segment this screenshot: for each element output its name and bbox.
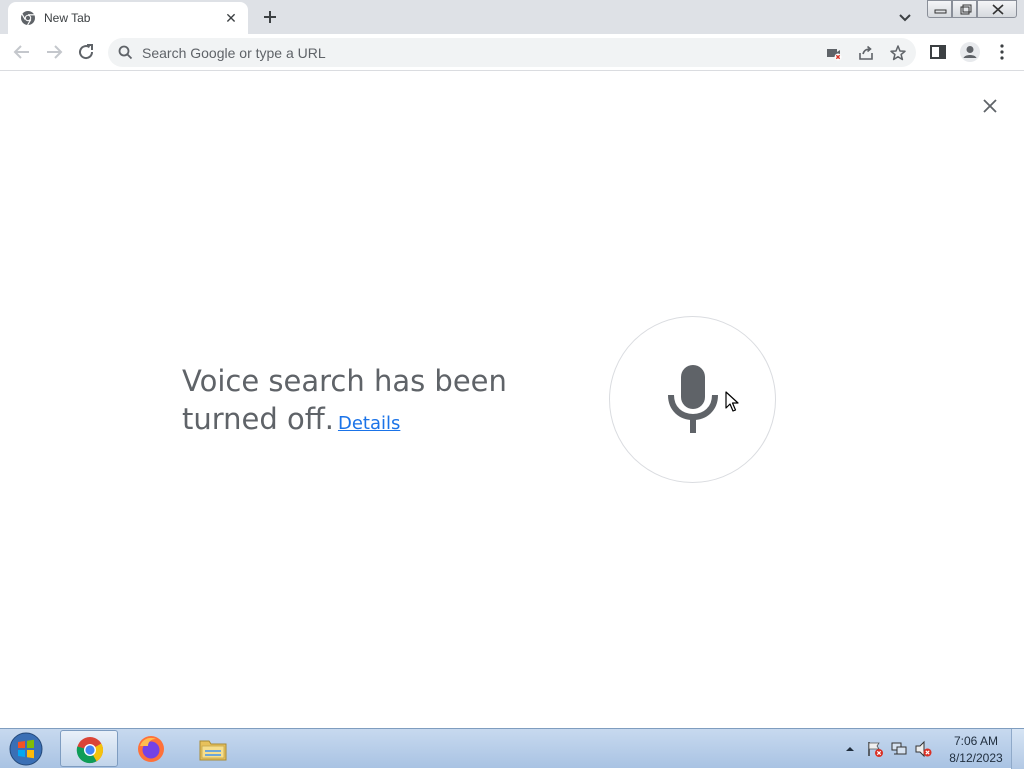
mouse-cursor-icon bbox=[725, 391, 739, 412]
taskbar-file-explorer[interactable] bbox=[184, 730, 242, 767]
microphone-button[interactable] bbox=[609, 316, 776, 483]
window-close-button[interactable] bbox=[977, 0, 1017, 18]
bookmark-star-icon[interactable] bbox=[889, 44, 907, 62]
clock-date[interactable]: 8/12/2023 bbox=[946, 751, 1006, 765]
firefox-icon bbox=[138, 736, 164, 762]
reload-icon[interactable] bbox=[74, 40, 98, 64]
details-link[interactable]: Details bbox=[338, 413, 400, 434]
show-hidden-icons-chevron-up-icon[interactable] bbox=[845, 744, 855, 754]
profile-avatar-icon[interactable] bbox=[958, 40, 982, 64]
close-icon bbox=[992, 4, 1004, 15]
windows-start-icon[interactable] bbox=[6, 731, 46, 767]
omnibox[interactable] bbox=[108, 38, 916, 67]
camera-blocked-icon[interactable] bbox=[826, 45, 842, 61]
voice-search-message: Voice search has been turned off. Details bbox=[182, 362, 562, 443]
browser-toolbar bbox=[0, 34, 1024, 71]
omnibox-input[interactable] bbox=[142, 38, 802, 67]
clock-time[interactable]: 7:06 AM bbox=[946, 734, 1006, 748]
restore-icon bbox=[960, 4, 972, 15]
network-icon[interactable] bbox=[890, 740, 908, 758]
taskbar-firefox[interactable] bbox=[122, 730, 180, 767]
microphone-icon bbox=[668, 365, 718, 433]
side-panel-icon[interactable] bbox=[926, 40, 950, 64]
tab-new-tab[interactable]: New Tab ✕ bbox=[8, 2, 248, 34]
window-minimize-button[interactable] bbox=[927, 0, 952, 18]
close-icon[interactable] bbox=[978, 94, 1002, 118]
chrome-favicon-icon bbox=[21, 11, 35, 26]
taskbar-chrome[interactable] bbox=[60, 730, 118, 767]
more-menu-icon[interactable] bbox=[990, 40, 1014, 64]
minimize-icon bbox=[934, 9, 947, 14]
system-tray: 7:06 AM 8/12/2023 bbox=[840, 729, 1024, 769]
search-icon bbox=[118, 45, 133, 60]
volume-muted-icon[interactable] bbox=[914, 740, 932, 758]
voice-search-overlay: Voice search has been turned off. Details bbox=[0, 72, 1024, 728]
title-bar: New Tab ✕ bbox=[0, 0, 1024, 34]
action-center-flag-icon[interactable] bbox=[866, 740, 884, 758]
windows-taskbar: 7:06 AM 8/12/2023 bbox=[0, 728, 1024, 769]
tab-title: New Tab bbox=[44, 11, 91, 25]
tab-search-chevron-down-icon[interactable] bbox=[894, 6, 916, 28]
new-tab-plus-icon[interactable] bbox=[258, 5, 282, 29]
share-icon[interactable] bbox=[857, 44, 875, 62]
back-arrow-icon[interactable] bbox=[10, 40, 34, 64]
window-restore-button[interactable] bbox=[952, 0, 977, 18]
show-desktop-button[interactable] bbox=[1011, 729, 1024, 769]
tab-close-icon[interactable]: ✕ bbox=[222, 9, 240, 27]
chrome-icon bbox=[76, 737, 104, 764]
file-explorer-icon bbox=[199, 740, 227, 761]
forward-arrow-icon[interactable] bbox=[42, 40, 66, 64]
